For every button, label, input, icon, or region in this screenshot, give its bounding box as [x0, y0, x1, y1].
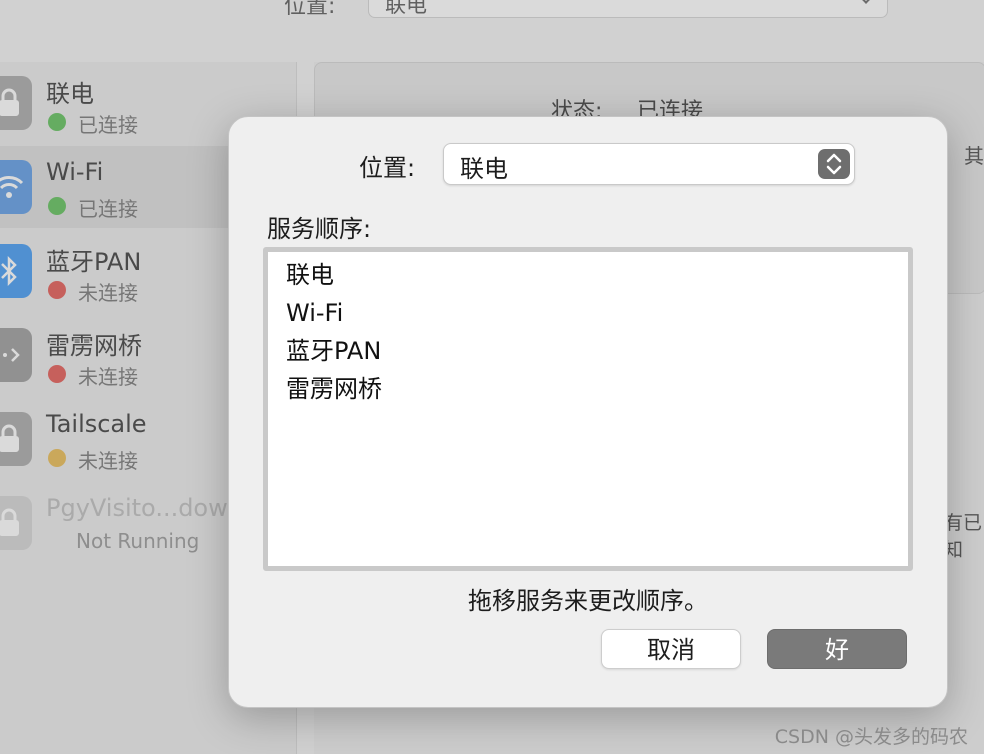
list-item[interactable]: 联电 [268, 256, 908, 294]
location-select-value: 联电 [460, 155, 508, 183]
cancel-button[interactable]: 取消 [601, 629, 741, 669]
list-item[interactable]: Wi-Fi [268, 294, 908, 332]
location-select[interactable]: 联电 [443, 143, 855, 185]
watermark: CSDN @头发多的码农 [774, 726, 968, 748]
ok-button[interactable]: 好 [767, 629, 907, 669]
list-item[interactable]: 雷雳网桥 [268, 370, 908, 408]
updown-chevron-icon [818, 149, 850, 179]
list-item[interactable]: 蓝牙PAN [268, 332, 908, 370]
drag-hint-text: 拖移服务来更改顺序。 [468, 587, 708, 615]
service-order-label: 服务顺序: [267, 215, 372, 243]
service-order-list[interactable]: 联电 Wi-Fi 蓝牙PAN 雷雳网桥 [263, 247, 913, 571]
service-order-sheet: 位置: 联电 服务顺序: 联电 Wi-Fi 蓝牙PAN 雷雳网桥 拖移服务来更改… [228, 116, 948, 708]
location-label: 位置: [359, 154, 416, 182]
